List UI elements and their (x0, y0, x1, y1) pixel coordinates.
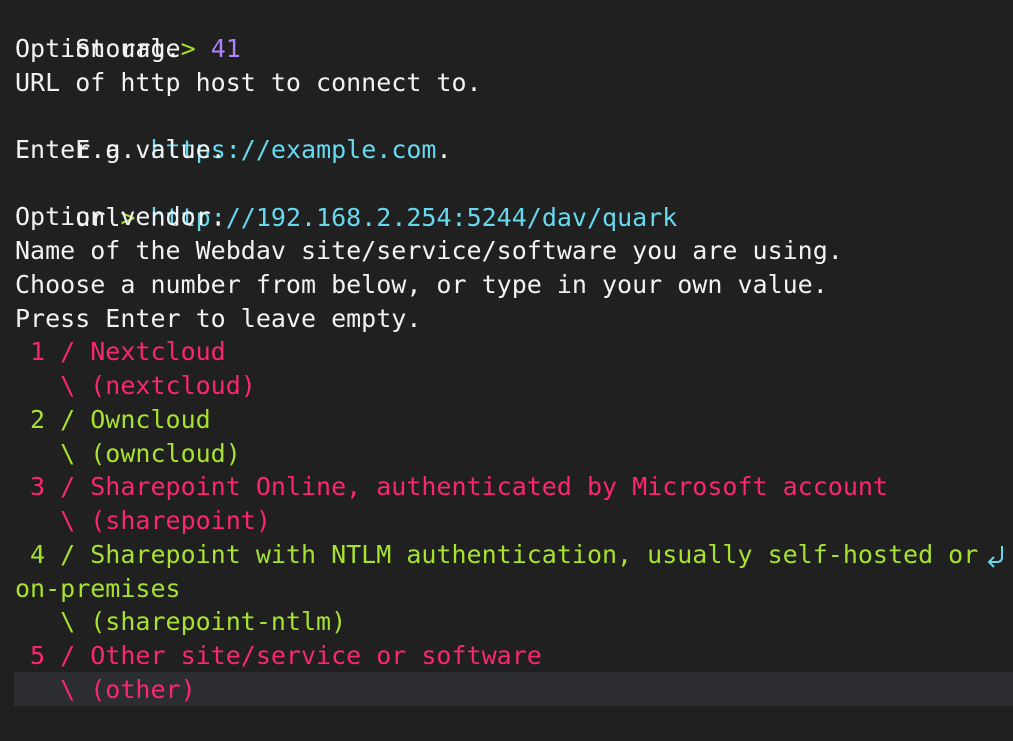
vendor-option-2: 2 / Owncloud (15, 405, 211, 434)
vendor-option-5-value: \ (other) (15, 675, 196, 704)
vendor-option-1-value: \ (nextcloud) (15, 371, 256, 400)
vendor-option-4-value: \ (sharepoint-ntlm) (15, 607, 347, 636)
vendor-option-1: 1 / Nextcloud (15, 337, 226, 366)
vendor-option-2-value: \ (owncloud) (15, 439, 241, 468)
url-help-text: URL of http host to connect to. (15, 68, 482, 97)
example-suffix: . (436, 135, 452, 164)
vendor-option-3-value: \ (sharepoint) (15, 506, 271, 535)
press-enter-help-text: Press Enter to leave empty. (15, 304, 422, 333)
url-input-value: http://192.168.2.254:5244/dav/quark (150, 203, 678, 232)
option-vendor-heading: Option vendor. (15, 202, 226, 231)
storage-input-value: 41 (210, 34, 241, 63)
vendor-option-5: 5 / Other site/service or software (15, 641, 542, 670)
option-url-heading: Option url. (15, 34, 181, 63)
choose-help-text: Choose a number from below, or type in y… (15, 270, 828, 299)
vendor-help-text: Name of the Webdav site/service/software… (15, 236, 843, 265)
vendor-option-4: 4 / Sharepoint with NTLM authentication,… (15, 540, 994, 569)
storage-prompt-marker: > (180, 34, 196, 63)
enter-value-text: Enter a value. (15, 135, 226, 164)
line-wrap-icon (987, 546, 1003, 568)
vendor-prompt-line[interactable]: vendor> 5 (15, 707, 225, 741)
url-example-line: E.g. https://example.com. (15, 99, 451, 164)
storage-prompt-line: Storage> 41 (15, 0, 241, 63)
url-prompt-line: url> http://192.168.2.254:5244/dav/quark (15, 167, 677, 232)
vendor-option-4-continuation: on-premises (15, 574, 181, 603)
terminal-window[interactable]: Storage> 41 Option url. URL of http host… (0, 0, 1013, 741)
vendor-option-3: 3 / Sharepoint Online, authenticated by … (15, 472, 888, 501)
